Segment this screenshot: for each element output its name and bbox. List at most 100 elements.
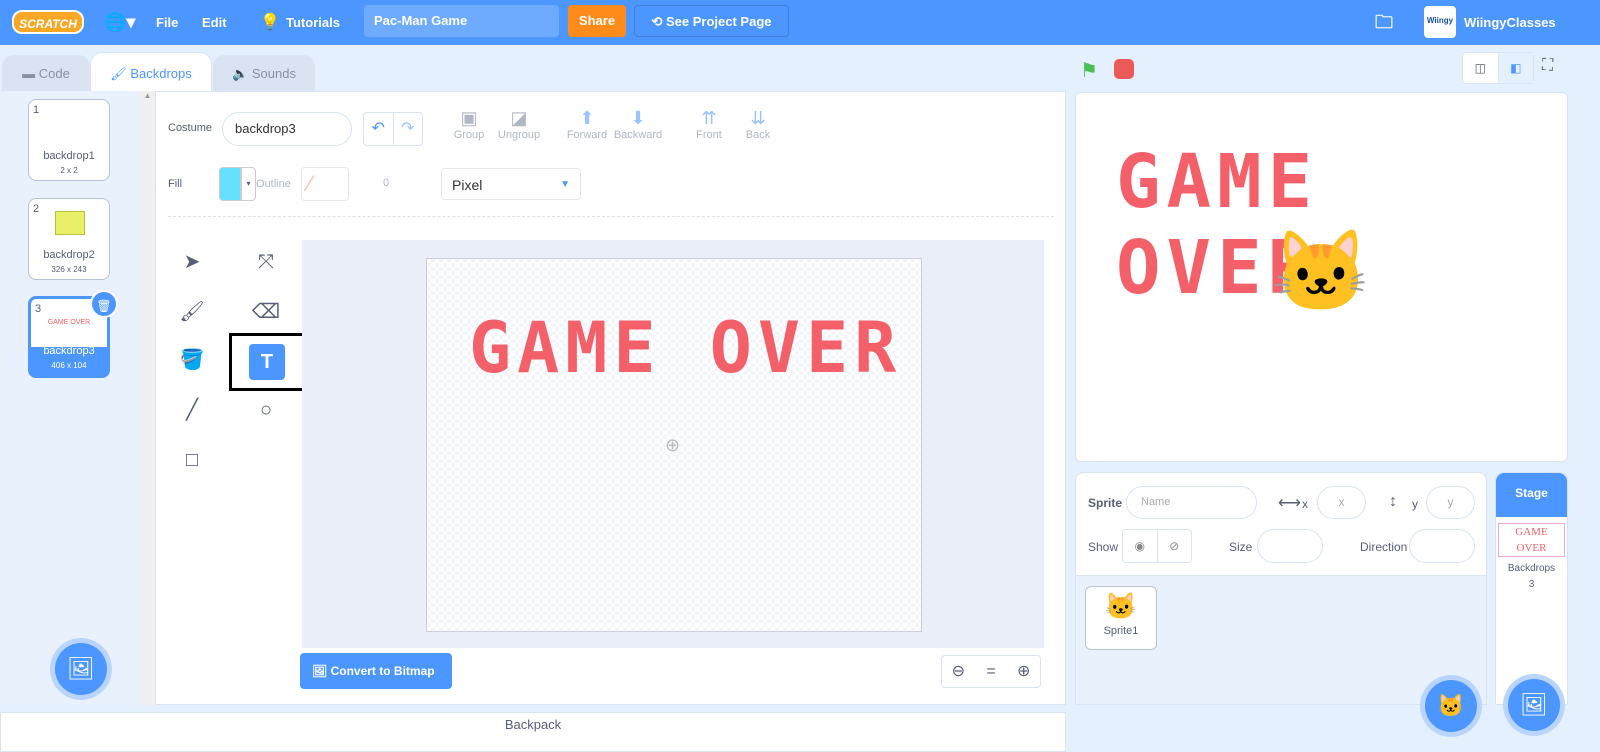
stage-selector[interactable]: Stage GAME OVER Backdrops 3 (1495, 472, 1568, 705)
fill-label: Fill (168, 178, 183, 190)
font-dropdown[interactable]: Pixel ▼ (441, 168, 581, 200)
cat-sprite[interactable]: 🐱 (1271, 225, 1371, 319)
outline-label: Outline (256, 178, 291, 190)
direction-label: Direction (1360, 540, 1408, 554)
backdrops-count: 3 (1528, 579, 1535, 590)
backdrop-list: ▲ (0, 91, 155, 705)
ungroup-button[interactable]: ◪ Ungroup (496, 108, 542, 141)
sprite-label: Sprite (1088, 496, 1123, 510)
tab-sounds[interactable]: 🔈 Sounds (213, 55, 315, 91)
paint-canvas[interactable]: GAME OVER ⊕ (426, 258, 922, 632)
select-tool-icon[interactable]: ➤ (174, 244, 210, 280)
group-button[interactable]: ▣ Group (451, 108, 487, 141)
zoom-out-icon[interactable]: ⊖ (942, 656, 975, 687)
scrollbar[interactable]: ▲ (140, 91, 155, 705)
fill-dropdown-icon[interactable]: ▾ (241, 167, 256, 201)
rectangle-tool-icon[interactable]: □ (174, 442, 210, 478)
forward-button[interactable]: ⬆ Forward (564, 108, 610, 141)
convert-to-bitmap-button[interactable]: 🖼 Convert to Bitmap (300, 653, 452, 689)
brush-tool-icon[interactable]: 🖌 (174, 294, 210, 330)
sprite-name-input[interactable]: Name (1126, 486, 1257, 519)
image-icon: 🖼 (312, 664, 331, 678)
edit-menu[interactable]: Edit (202, 0, 227, 45)
choose-sprite-button[interactable]: 🐱 (1425, 680, 1477, 732)
sprite-thumb[interactable]: 🐱 Sprite1 (1085, 586, 1157, 650)
ungroup-icon: ◪ (510, 108, 528, 128)
small-stage-icon[interactable]: ◫ (1463, 53, 1499, 83)
costume-name-input[interactable]: backdrop3 (222, 112, 352, 146)
file-menu[interactable]: File (156, 0, 178, 45)
y-input[interactable]: y (1426, 486, 1475, 519)
arrow-down-icon: ⬇ (630, 108, 646, 128)
brush-icon: 🖌 (110, 66, 131, 81)
backward-button[interactable]: ⬇ Backward (613, 108, 663, 141)
backdrop-thumb-1[interactable]: 1 backdrop1 2 x 2 (28, 99, 110, 181)
size-label: Size (1229, 540, 1253, 554)
cat-icon: 🐱 (1104, 591, 1138, 621)
zoom-in-icon[interactable]: ⊕ (1007, 656, 1040, 687)
front-icon: ⇈ (701, 108, 717, 128)
see-project-page-button[interactable]: ⟲ See Project Page (634, 5, 789, 37)
share-button[interactable]: Share (568, 5, 626, 37)
eraser-tool-icon[interactable]: ⌫ (248, 294, 284, 330)
costume-label: Costume (168, 122, 213, 134)
canvas-text[interactable]: GAME OVER (469, 307, 902, 389)
choose-backdrop-button[interactable]: 🖼 (55, 643, 107, 695)
backpack[interactable]: Backpack (0, 712, 1066, 752)
scratch-logo[interactable]: SCRATCH (12, 10, 84, 34)
remix-icon: ⟲ (651, 14, 666, 29)
outline-width-input[interactable]: 0 (366, 177, 406, 189)
choose-backdrop-stage-button[interactable]: 🖼 (1508, 679, 1560, 731)
lightbulb-icon: 💡 (260, 14, 280, 31)
paint-editor: Costume backdrop3 ↶ ↷ ▣ Group ◪ Ungroup ⬆ F… (155, 91, 1066, 705)
x-input[interactable]: x (1317, 486, 1366, 519)
fullscreen-icon[interactable]: ⛶ (1542, 57, 1553, 75)
show-label: Show (1088, 540, 1119, 554)
show-eye-icon[interactable]: ◉ (1123, 530, 1158, 562)
username[interactable]: WiingyClasses (1464, 0, 1556, 45)
vertical-arrows-icon: ↕ (1389, 493, 1397, 510)
speaker-icon: 🔈 (232, 66, 252, 81)
direction-input[interactable] (1409, 529, 1475, 563)
redo-icon[interactable]: ↷ (394, 113, 423, 145)
code-icon: ▬ (22, 66, 39, 81)
stage[interactable]: GAME OVER 🐱 (1075, 92, 1568, 462)
large-stage-icon[interactable]: ◧ (1498, 53, 1533, 83)
stage-thumb: GAME OVER (1498, 523, 1565, 557)
fill-tool-icon[interactable]: 🪣 (174, 342, 210, 378)
horizontal-arrows-icon: ⟷ (1278, 495, 1301, 512)
group-icon: ▣ (460, 108, 478, 128)
delete-trash-icon[interactable]: 🗑 (90, 290, 118, 318)
outline-color-swatch[interactable]: ⁄ (301, 167, 349, 201)
sprite-pane: Sprite Name ⟷ x x ↕ y y Show ◉ ⊘ Size Di… (1075, 472, 1487, 732)
arrow-up-icon: ⬆ (579, 108, 595, 128)
line-tool-icon[interactable]: ╱ (174, 392, 210, 428)
back-button[interactable]: ⇊ Back (741, 108, 775, 141)
tab-code[interactable]: ▬ Code (2, 55, 90, 91)
x-label: x (1302, 497, 1308, 511)
back-icon: ⇊ (750, 108, 766, 128)
tutorials-menu[interactable]: Tutorials (286, 0, 340, 45)
circle-tool-icon[interactable]: ○ (248, 392, 284, 428)
green-flag-icon[interactable]: ⚑ (1080, 58, 1098, 83)
avatar[interactable]: Wiingy (1424, 6, 1456, 38)
hide-eye-icon[interactable]: ⊘ (1158, 530, 1192, 562)
size-input[interactable] (1257, 529, 1323, 563)
reshape-tool-icon[interactable]: ⤧ (248, 244, 284, 280)
paint-canvas-area[interactable]: GAME OVER ⊕ (302, 240, 1044, 648)
stop-icon[interactable] (1114, 59, 1134, 79)
front-button[interactable]: ⇈ Front (691, 108, 727, 141)
crosshair-icon: ⊕ (665, 435, 681, 455)
project-title-input[interactable]: Pac-Man Game (364, 5, 559, 37)
folder-icon[interactable]: 🗀 (1375, 0, 1393, 45)
fill-color-swatch[interactable] (219, 167, 241, 201)
text-tool-icon[interactable]: T (249, 344, 285, 380)
y-label: y (1412, 497, 1418, 511)
maze-image (55, 211, 85, 235)
tab-backdrops[interactable]: 🖌 Backdrops (90, 52, 212, 92)
backdrops-label: Backdrops (1507, 563, 1556, 574)
undo-icon[interactable]: ↶ (364, 113, 394, 145)
language-globe-icon[interactable]: 🌐▾ (104, 0, 135, 45)
backdrop-thumb-2[interactable]: 2 backdrop2 326 x 243 (28, 198, 110, 280)
zoom-reset-button[interactable]: = (975, 656, 1008, 687)
